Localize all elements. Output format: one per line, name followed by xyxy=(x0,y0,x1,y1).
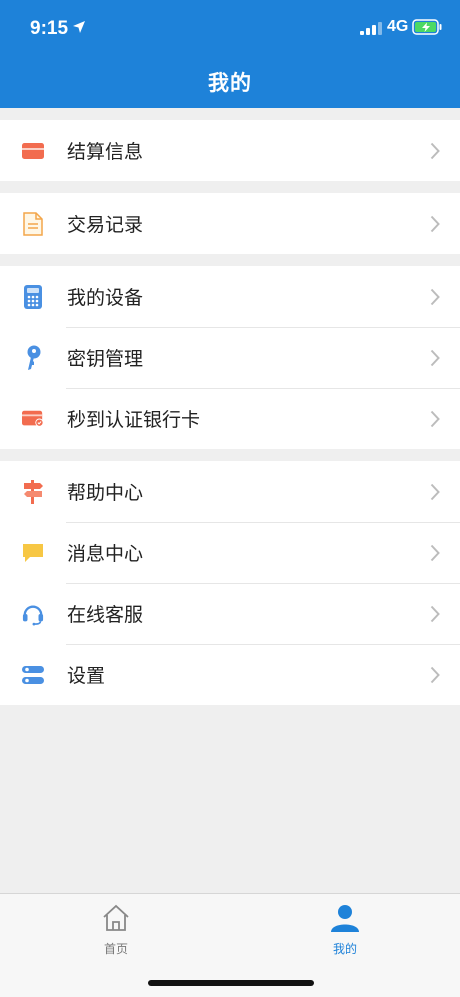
status-bar: 9:15 4G xyxy=(0,0,460,56)
verified-card-icon xyxy=(22,408,44,430)
signal-icon xyxy=(360,22,382,35)
chevron-right-icon xyxy=(430,288,440,306)
menu-item-key-management[interactable]: 密钥管理 xyxy=(0,327,460,388)
tab-home-label: 首页 xyxy=(103,942,128,956)
home-indicator xyxy=(148,980,314,986)
header: 9:15 4G 我的 xyxy=(0,0,460,108)
battery-charging-icon xyxy=(412,19,442,35)
key-icon xyxy=(22,345,44,370)
menu-item-settings[interactable]: 设置 xyxy=(0,644,460,705)
menu-item-message-center[interactable]: 消息中心 xyxy=(0,522,460,583)
menu-item-label: 设置 xyxy=(67,665,106,687)
menu-item-label: 我的设备 xyxy=(67,287,144,309)
signpost-icon xyxy=(22,479,44,504)
chevron-right-icon xyxy=(430,605,440,623)
menu-item-settlement-info[interactable]: 结算信息 xyxy=(0,120,460,181)
headset-icon xyxy=(22,603,44,625)
menu-item-label: 消息中心 xyxy=(67,543,144,565)
menu-item-help-center[interactable]: 帮助中心 xyxy=(0,461,460,522)
card-icon xyxy=(22,140,44,162)
menu-item-transaction-records[interactable]: 交易记录 xyxy=(0,193,460,254)
menu-item-label: 结算信息 xyxy=(67,141,144,163)
calculator-icon xyxy=(22,284,44,309)
menu-item-label: 秒到认证银行卡 xyxy=(67,409,201,431)
chevron-right-icon xyxy=(430,666,440,684)
menu-group-devices: 我的设备 密钥管理 秒到认证银行卡 xyxy=(0,266,460,449)
menu-item-label: 密钥管理 xyxy=(67,348,144,370)
page-title: 我的 xyxy=(208,71,252,95)
menu-item-label: 在线客服 xyxy=(67,604,144,626)
person-icon xyxy=(331,905,359,932)
network-type: 4G xyxy=(387,18,409,35)
tab-home[interactable]: 首页 xyxy=(76,904,156,957)
chevron-right-icon xyxy=(430,349,440,367)
menu-item-label: 帮助中心 xyxy=(67,482,144,504)
document-icon xyxy=(22,211,44,236)
chevron-right-icon xyxy=(430,544,440,562)
menu-group-support: 帮助中心 消息中心 在线客服 设置 xyxy=(0,461,460,705)
message-icon xyxy=(22,542,44,564)
menu-group-transactions: 交易记录 xyxy=(0,193,460,254)
chevron-right-icon xyxy=(430,215,440,233)
menu-item-my-devices[interactable]: 我的设备 xyxy=(0,266,460,327)
tab-mine[interactable]: 我的 xyxy=(305,904,385,957)
chevron-right-icon xyxy=(430,142,440,160)
location-arrow-icon xyxy=(73,21,85,33)
tab-mine-label: 我的 xyxy=(332,942,357,956)
chevron-right-icon xyxy=(430,410,440,428)
menu-item-verified-bank-card[interactable]: 秒到认证银行卡 xyxy=(0,388,460,449)
menu-item-label: 交易记录 xyxy=(67,214,144,236)
chevron-right-icon xyxy=(430,483,440,501)
menu-list: 结算信息 交易记录 我的设备 密钥管理 秒到认证银行卡 帮助中心 消息中心 在线… xyxy=(0,108,460,705)
menu-group-settlement: 结算信息 xyxy=(0,120,460,181)
settings-icon xyxy=(22,664,44,686)
home-icon xyxy=(103,904,129,931)
menu-item-online-service[interactable]: 在线客服 xyxy=(0,583,460,644)
status-time: 9:15 xyxy=(30,18,69,39)
